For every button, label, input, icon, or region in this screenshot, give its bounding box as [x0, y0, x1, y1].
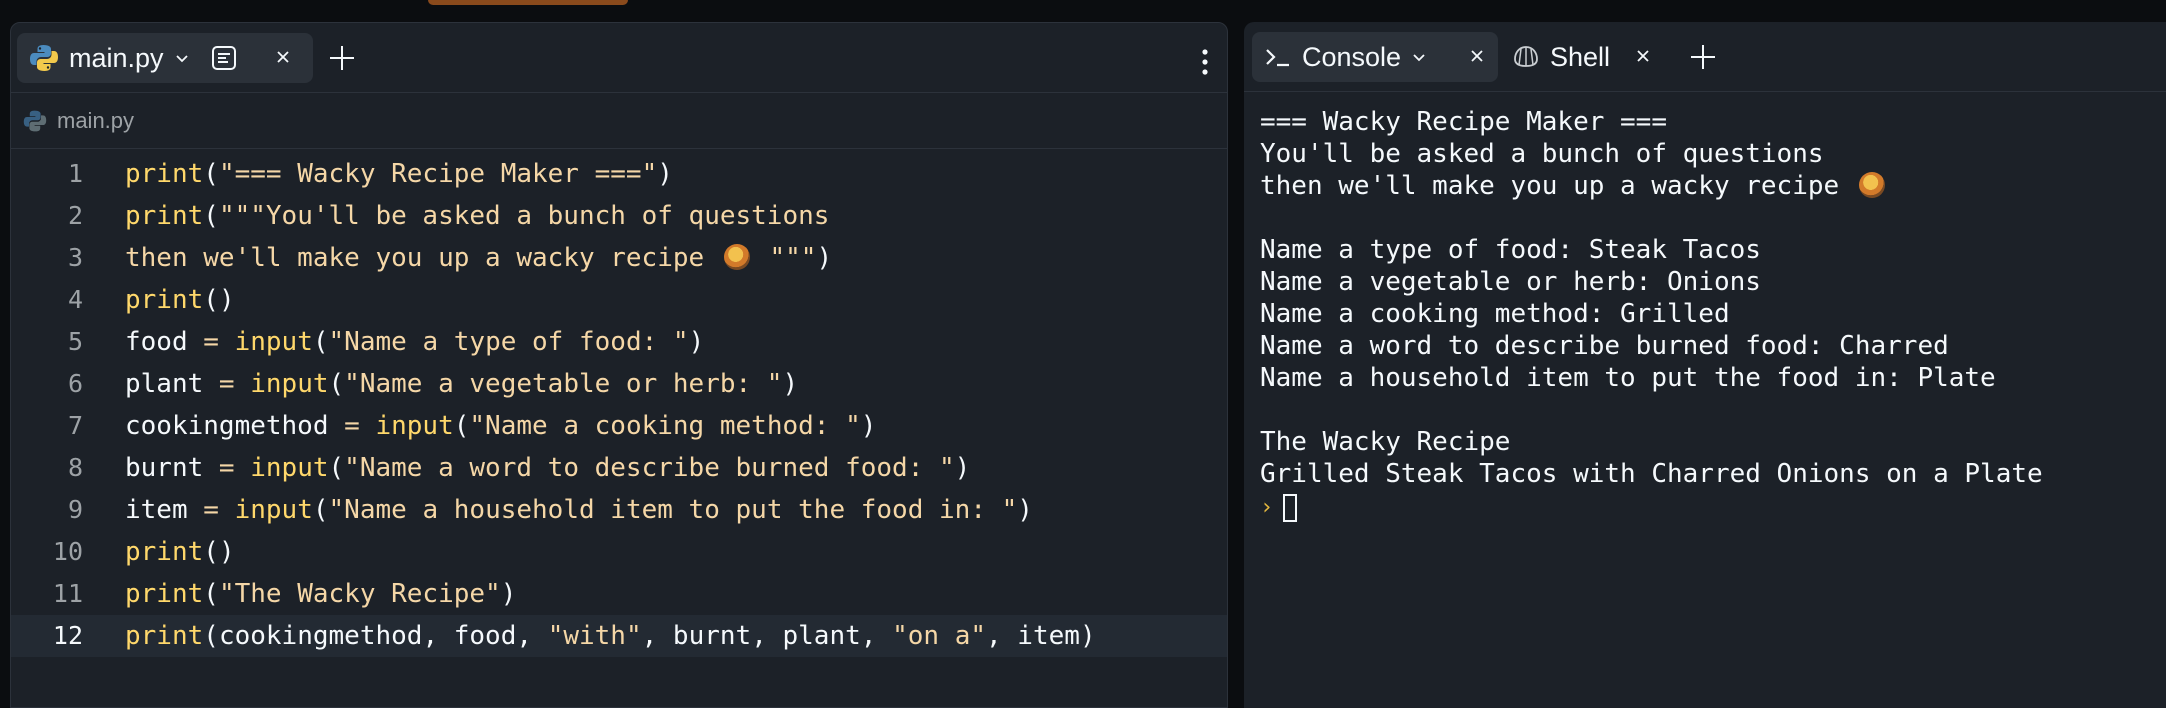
console-line: then we'll make you up a wacky recipe	[1260, 170, 2166, 202]
console-line: Name a cooking method: Grilled	[1260, 299, 1730, 329]
code-text: item = input("Name a household item to p…	[125, 495, 1033, 525]
window-top-strip	[0, 0, 2166, 22]
line-number: 3	[67, 243, 83, 272]
prompt-chevron-icon: ›	[1260, 495, 1274, 520]
top-indicator	[428, 0, 628, 5]
line-number: 7	[67, 411, 83, 440]
line-number: 1	[67, 159, 83, 188]
code-line[interactable]: 9 item = input("Name a household item to …	[11, 489, 1227, 531]
line-number: 10	[52, 537, 83, 566]
code-text: cookingmethod = input("Name a cooking me…	[125, 411, 877, 441]
code-text: food = input("Name a type of food: ")	[125, 327, 705, 357]
paella-emoji-icon	[723, 244, 750, 270]
console-line: Name a type of food: Steak Tacos	[1260, 235, 1761, 265]
preview-icon[interactable]	[210, 44, 238, 72]
code-editor[interactable]: 1 print("=== Wacky Recipe Maker ===") 2 pri…	[11, 149, 1227, 657]
shell-icon	[1512, 43, 1540, 71]
code-text: print("The Wacky Recipe")	[125, 579, 517, 609]
editor-tab-bar: main.py	[11, 23, 1227, 93]
console-output[interactable]: === Wacky Recipe Maker === You'll be aske…	[1244, 92, 2166, 526]
new-tab-plus-icon[interactable]	[327, 43, 357, 73]
code-line[interactable]: 7 cookingmethod = input("Name a cooking m…	[11, 405, 1227, 447]
code-text: print()	[125, 285, 235, 315]
code-line[interactable]: 5 food = input("Name a type of food: ")	[11, 321, 1227, 363]
chevron-down-icon[interactable]	[1411, 49, 1427, 65]
chevron-down-icon[interactable]	[174, 50, 190, 66]
line-number: 2	[67, 201, 83, 230]
code-text: print("""You'll be asked a bunch of ques…	[125, 201, 830, 231]
terminal-icon	[1264, 45, 1292, 69]
tab-shell[interactable]: Shell	[1506, 32, 1702, 82]
code-line[interactable]: 6 plant = input("Name a vegetable or herb…	[11, 363, 1227, 405]
kebab-menu-icon[interactable]	[1201, 49, 1209, 75]
code-line[interactable]: 1 print("=== Wacky Recipe Maker ===")	[11, 153, 1227, 195]
console-tab-bar: Console Shell	[1244, 22, 2166, 92]
code-text: print(cookingmethod, food, "with", burnt…	[125, 621, 1096, 651]
line-number: 8	[67, 453, 83, 482]
close-icon[interactable]	[274, 48, 292, 66]
python-icon	[23, 109, 47, 133]
line-number: 12	[52, 621, 83, 650]
code-line[interactable]: 8 burnt = input("Name a word to describe …	[11, 447, 1227, 489]
tab-console[interactable]: Console	[1252, 32, 1498, 82]
code-line[interactable]: 10 print()	[11, 531, 1227, 573]
editor-pane: main.py main.py 1 print("=== Wacky Recip…	[10, 22, 1228, 708]
code-line[interactable]: 11 print("The Wacky Recipe")	[11, 573, 1227, 615]
breadcrumb-file[interactable]: main.py	[57, 108, 134, 134]
tab-label: main.py	[69, 42, 164, 73]
line-number: 11	[52, 579, 83, 608]
code-text: burnt = input("Name a word to describe b…	[125, 453, 971, 483]
line-number: 5	[67, 327, 83, 356]
code-line[interactable]: 4 print()	[11, 279, 1227, 321]
code-line[interactable]: 12 print(cookingmethod, food, "with", bur…	[11, 615, 1227, 657]
code-text: print("=== Wacky Recipe Maker ===")	[125, 159, 673, 189]
console-line: The Wacky Recipe	[1260, 427, 1511, 457]
breadcrumb: main.py	[11, 93, 1227, 149]
code-text: then we'll make you up a wacky recipe ""…	[125, 243, 833, 273]
line-number: 9	[67, 495, 83, 524]
console-line: Name a household item to put the food in…	[1260, 363, 1996, 393]
code-text: print()	[125, 537, 235, 567]
code-text: plant = input("Name a vegetable or herb:…	[125, 369, 799, 399]
line-number: 6	[67, 369, 83, 398]
code-line[interactable]: 2 print("""You'll be asked a bunch of que…	[11, 195, 1227, 237]
close-icon[interactable]	[1468, 47, 1486, 65]
close-icon[interactable]	[1634, 47, 1652, 65]
code-line[interactable]: 3 then we'll make you up a wacky recipe "…	[11, 237, 1227, 279]
console-prompt[interactable]: ›	[1260, 490, 2166, 526]
console-line: === Wacky Recipe Maker ===	[1260, 107, 1667, 137]
console-line: Grilled Steak Tacos with Charred Onions …	[1260, 459, 2043, 489]
text-cursor	[1283, 494, 1298, 522]
console-pane: Console Shell === Wacky Recipe Maker ===…	[1244, 22, 2166, 708]
console-line: Name a word to describe burned food: Cha…	[1260, 331, 1949, 361]
console-line: You'll be asked a bunch of questions	[1260, 139, 1824, 169]
new-tab-plus-icon[interactable]	[1688, 42, 1718, 72]
paella-emoji-icon	[1858, 172, 1885, 198]
tab-label: Shell	[1550, 41, 1611, 72]
console-line: Name a vegetable or herb: Onions	[1260, 267, 1761, 297]
python-icon	[29, 43, 59, 73]
tab-label: Console	[1302, 41, 1402, 72]
tab-main-py[interactable]: main.py	[17, 33, 313, 83]
line-number: 4	[67, 285, 83, 314]
